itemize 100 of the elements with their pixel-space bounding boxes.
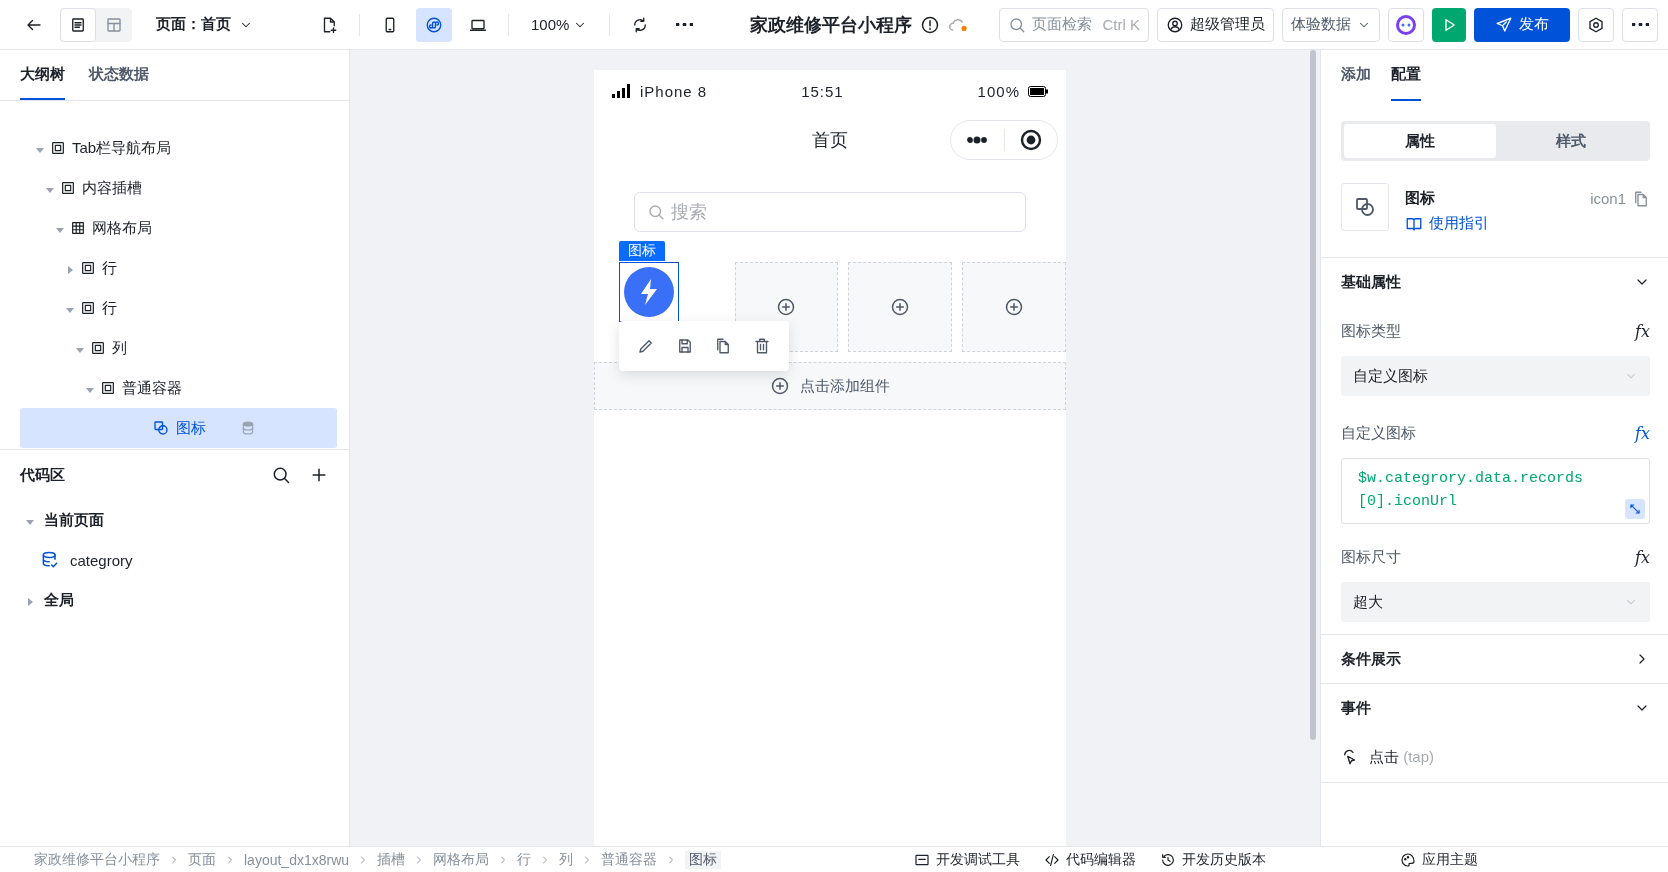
tree-item[interactable]: Tab栏导航布局 [0,128,349,168]
expand-arrow-icon[interactable] [56,225,64,234]
publish-button[interactable]: 发布 [1474,7,1570,42]
footer-tool-button[interactable]: 开发历史版本 [1160,850,1266,869]
bot-icon [1394,12,1418,37]
settings-icon [1587,15,1605,34]
copy-button[interactable] [1632,189,1650,208]
container-icon [50,140,66,156]
user-button[interactable]: 超级管理员 [1157,7,1274,42]
page-selector[interactable]: 页面：首页 [156,15,253,34]
panel-tab[interactable]: 状态数据 [89,50,149,100]
data-source-item[interactable]: categrory [0,540,349,580]
formula-button[interactable]: fx [1635,321,1650,341]
expand-button[interactable] [1625,499,1645,519]
add-component-button[interactable]: 点击添加组件 [594,362,1066,410]
section-title: 代码区 [20,465,65,485]
device-button[interactable] [416,7,452,42]
settings-button[interactable] [1578,7,1614,42]
app-title: 家政维修平台小程序 [750,13,913,37]
page-title: 首页 [812,129,848,152]
history-icon [1160,851,1176,868]
container-icon [80,300,96,316]
tree-item[interactable]: 图标 [20,408,337,448]
guide-link[interactable]: 使用指引 [1405,214,1650,233]
component-name: 图标 [1405,189,1435,208]
data-mode-dropdown[interactable]: 体验数据 [1282,7,1380,42]
search-icon [1008,15,1026,34]
expand-arrow-icon[interactable] [36,145,44,154]
more-icon [1631,23,1649,26]
formula-button[interactable]: fx [1635,423,1650,443]
container-icon [100,380,116,396]
target-icon [1018,128,1043,152]
formula-button[interactable]: fx [1635,547,1650,567]
user-circle-icon [1166,15,1184,34]
shapes-icon [1353,195,1377,219]
code-icon [1044,851,1060,868]
view-mode-button[interactable] [60,7,96,42]
more-icon [675,23,693,26]
section-header[interactable]: 条件展示 [1341,635,1650,683]
search-button[interactable] [271,465,291,485]
trash-icon [752,337,771,355]
selected-icon-frame[interactable] [619,262,679,322]
expand-arrow-icon[interactable] [76,345,84,354]
battery-label: 100% [977,82,1020,100]
panel-tab[interactable]: 添加 [1341,50,1371,101]
expand-icon [1628,502,1642,516]
palette-icon [1400,851,1416,868]
empty-grid-cell[interactable] [848,262,953,352]
select-field[interactable]: 自定义图标 [1341,356,1650,396]
zoom-dropdown[interactable]: 100% [521,16,598,33]
tree-item[interactable]: 普通容器 [0,368,349,408]
tree-item[interactable]: 列 [0,328,349,368]
lightning-icon [624,267,674,317]
tree-group[interactable]: 当前页面 [0,500,349,540]
empty-grid-cell[interactable] [962,262,1066,352]
field-label: 图标尺寸 [1341,547,1401,567]
search-icon [271,465,291,485]
panel-tab[interactable]: 配置 [1391,50,1421,101]
selection-tag: 图标 [619,241,665,261]
tree-item[interactable]: 网格布局 [0,208,349,248]
panel-tab[interactable]: 大纲树 [20,50,65,100]
add-icon [1004,297,1025,317]
footer-tool-button[interactable]: 应用主题 [1400,850,1478,869]
shapes-icon [151,419,170,437]
carrier-label: iPhone 8 [640,82,708,100]
delete-button[interactable] [752,337,771,355]
expand-arrow-icon[interactable] [26,517,34,526]
container-icon [60,180,76,196]
expand-arrow-icon[interactable] [46,185,54,194]
select-field[interactable]: 超大 [1341,582,1650,622]
event-item[interactable]: 点击 (tap) [1341,732,1650,782]
breadcrumb-item[interactable]: 图标 [685,850,722,869]
search-icon [647,203,665,221]
expand-arrow-icon[interactable] [26,597,34,606]
info-icon [920,14,941,35]
footer-tool-button[interactable]: 开发调试工具 [914,850,1020,869]
section-header[interactable]: 基础属性 [1341,258,1650,306]
link-circle-icon [425,15,443,34]
send-icon [1495,15,1513,34]
document-icon [69,15,87,34]
add-icon [776,297,797,317]
tree-group[interactable]: 全局 [0,580,349,620]
field-label: 自定义图标 [1341,423,1416,443]
tree-item[interactable]: 行 [0,248,349,288]
section-header[interactable]: 事件 [1341,684,1650,732]
segment-tab[interactable]: 样式 [1495,124,1647,158]
container-icon [90,340,106,356]
run-button[interactable] [1432,7,1466,42]
expand-arrow-icon[interactable] [66,305,74,314]
tree-item[interactable]: 内容插槽 [0,168,349,208]
database-sync-icon [40,550,60,570]
assistant-button[interactable] [1388,7,1424,42]
add-icon [890,297,911,317]
more-button[interactable] [1622,7,1658,42]
segment-tab[interactable]: 属性 [1344,124,1496,158]
copy-icon [1632,189,1650,208]
expand-arrow-icon[interactable] [66,265,74,274]
footer-tool-button[interactable]: 代码编辑器 [1044,850,1136,869]
expand-arrow-icon[interactable] [86,385,94,394]
tree-item[interactable]: 行 [0,288,349,328]
